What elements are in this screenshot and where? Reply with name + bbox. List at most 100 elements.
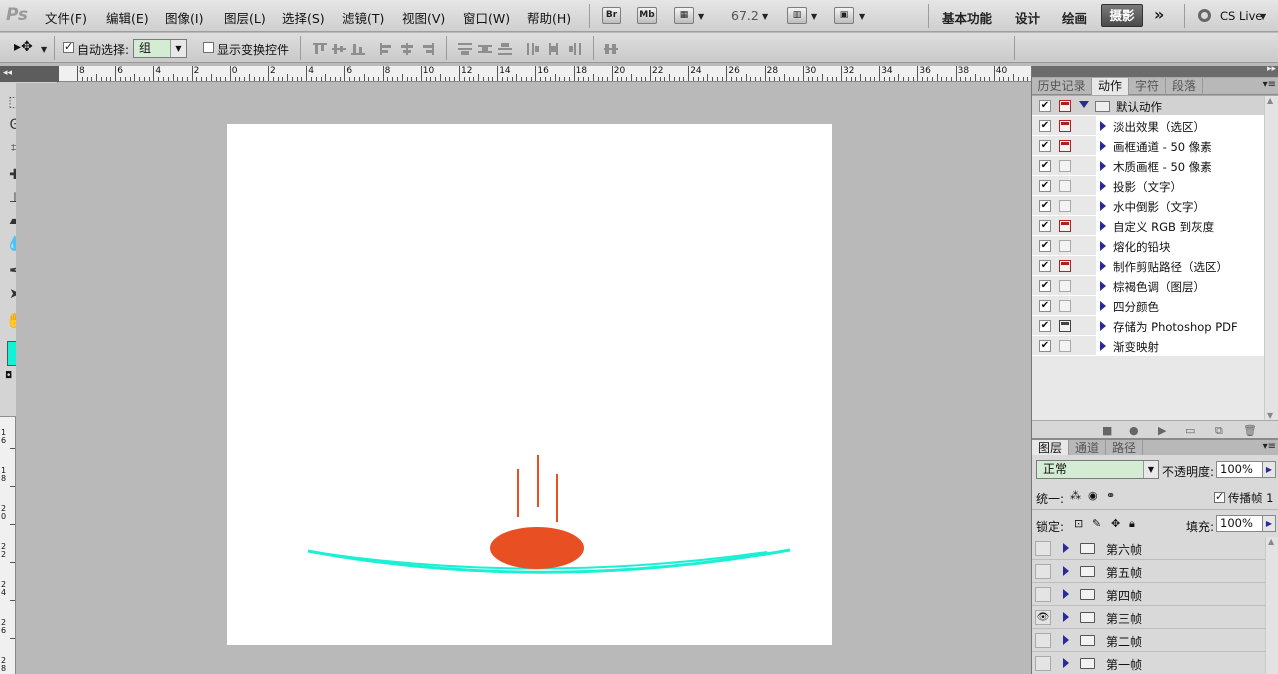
unify-position-icon[interactable]: ⁂ xyxy=(1070,489,1081,502)
action-row[interactable]: ✔ 存储为 Photoshop PDF xyxy=(1032,316,1265,336)
expand-triangle-icon[interactable] xyxy=(1100,281,1106,291)
expand-triangle-icon[interactable] xyxy=(1063,566,1069,576)
action-toggle-checkbox[interactable]: ✔ xyxy=(1039,300,1051,312)
workspace-painting[interactable]: 绘画 xyxy=(1062,8,1087,27)
cs-live-button[interactable]: CS Live xyxy=(1220,9,1262,23)
distribute-left-icon[interactable] xyxy=(527,43,541,55)
expand-triangle-icon[interactable] xyxy=(1100,261,1106,271)
action-row[interactable]: ✔ 画框通道 - 50 像素 xyxy=(1032,136,1265,156)
dialog-toggle-icon[interactable] xyxy=(1059,100,1071,112)
align-hcenter-icon[interactable] xyxy=(400,43,414,55)
menu-window[interactable]: 窗口(W) xyxy=(463,8,510,27)
panel-collapse-bar[interactable]: ▸▸ xyxy=(1032,64,1278,77)
chevron-down-icon[interactable]: ▼ xyxy=(41,45,47,54)
lock-position-icon[interactable]: ✥ xyxy=(1111,517,1120,530)
tab-character[interactable]: 字符 xyxy=(1129,78,1166,95)
align-right-icon[interactable] xyxy=(420,43,434,55)
action-toggle-checkbox[interactable]: ✔ xyxy=(1039,240,1051,252)
propagate-frame-checkbox[interactable] xyxy=(1214,490,1225,503)
distribute-bottom-icon[interactable] xyxy=(498,43,512,55)
workspace-basic[interactable]: 基本功能 xyxy=(942,8,992,27)
expand-triangle-icon[interactable] xyxy=(1100,321,1106,331)
visibility-eye-icon[interactable] xyxy=(1035,564,1051,579)
action-row[interactable]: ✔ 熔化的铅块 xyxy=(1032,236,1265,256)
expand-triangle-icon[interactable] xyxy=(1063,635,1069,645)
opacity-input[interactable]: 100% xyxy=(1216,461,1264,478)
expand-triangle-icon[interactable] xyxy=(1063,543,1069,553)
actions-scrollbar[interactable]: ▲ ▼ xyxy=(1264,96,1278,420)
tab-actions[interactable]: 动作 xyxy=(1092,78,1129,95)
new-set-icon[interactable]: ▭ xyxy=(1185,424,1195,437)
dialog-toggle-icon[interactable] xyxy=(1059,340,1071,352)
workspace-design[interactable]: 设计 xyxy=(1015,8,1040,27)
action-toggle-checkbox[interactable]: ✔ xyxy=(1039,100,1051,112)
play-icon[interactable]: ▶ xyxy=(1158,424,1166,437)
chevron-down-icon[interactable]: ▼ xyxy=(811,12,817,21)
dialog-toggle-icon[interactable] xyxy=(1059,280,1071,292)
expand-triangle-icon[interactable] xyxy=(1100,161,1106,171)
dialog-toggle-icon[interactable] xyxy=(1059,240,1071,252)
auto-select-checkbox[interactable] xyxy=(63,40,74,53)
menu-help[interactable]: 帮助(H) xyxy=(527,8,571,27)
expand-triangle-icon[interactable] xyxy=(1100,341,1106,351)
menu-select[interactable]: 选择(S) xyxy=(282,8,325,27)
action-toggle-checkbox[interactable]: ✔ xyxy=(1039,260,1051,272)
distribute-top-icon[interactable] xyxy=(458,43,472,55)
lock-transparency-icon[interactable]: ⊡ xyxy=(1074,517,1083,530)
expand-triangle-icon[interactable] xyxy=(1100,241,1106,251)
dialog-toggle-icon[interactable] xyxy=(1059,160,1071,172)
action-toggle-checkbox[interactable]: ✔ xyxy=(1039,280,1051,292)
auto-align-layers-icon[interactable] xyxy=(604,43,618,55)
fill-slider-arrow-icon[interactable]: ▶ xyxy=(1262,515,1276,532)
menu-layer[interactable]: 图层(L) xyxy=(224,8,266,27)
distribute-right-icon[interactable] xyxy=(567,43,581,55)
unify-visibility-icon[interactable]: ◉ xyxy=(1088,489,1098,502)
more-workspaces-icon[interactable]: » xyxy=(1154,5,1164,24)
vertical-ruler[interactable]: 1 6 1 8 2 0 2 2 2 4 2 6 2 8 xyxy=(0,417,16,674)
action-toggle-checkbox[interactable]: ✔ xyxy=(1039,200,1051,212)
workspace-photography[interactable]: 摄影 xyxy=(1101,4,1143,27)
chevron-down-icon[interactable]: ▼ xyxy=(859,12,865,21)
action-toggle-checkbox[interactable]: ✔ xyxy=(1039,220,1051,232)
layer-group-row[interactable]: 第六帧 xyxy=(1032,537,1265,560)
expand-triangle-icon[interactable] xyxy=(1063,589,1069,599)
action-toggle-checkbox[interactable]: ✔ xyxy=(1039,120,1051,132)
auto-select-dropdown[interactable]: 组 ▼ xyxy=(133,39,187,58)
action-row[interactable]: ✔ 棕褐色调（图层） xyxy=(1032,276,1265,296)
action-toggle-checkbox[interactable]: ✔ xyxy=(1039,140,1051,152)
visibility-eye-icon[interactable] xyxy=(1035,587,1051,602)
stop-icon[interactable]: ■ xyxy=(1102,424,1112,437)
dialog-toggle-icon[interactable] xyxy=(1059,140,1071,152)
lock-image-icon[interactable]: ✎ xyxy=(1092,517,1101,530)
new-action-icon[interactable]: ⧉ xyxy=(1215,424,1223,438)
document-canvas[interactable] xyxy=(227,124,832,645)
action-row[interactable]: ✔ 制作剪贴路径（选区） xyxy=(1032,256,1265,276)
scroll-up-icon[interactable]: ▲ xyxy=(1267,96,1273,105)
action-set-row[interactable]: ✔ 默认动作 xyxy=(1032,96,1265,116)
collapse-arrows-icon[interactable]: ◂◂ xyxy=(3,68,12,78)
distribute-vcenter-icon[interactable] xyxy=(478,43,492,55)
action-row[interactable]: ✔ 渐变映射 xyxy=(1032,336,1265,356)
bridge-button[interactable]: Br xyxy=(602,7,621,24)
move-tool-icon[interactable]: ▸✥ xyxy=(14,39,33,55)
opacity-slider-arrow-icon[interactable]: ▶ xyxy=(1262,461,1276,478)
zoom-level[interactable]: 67.2 xyxy=(731,8,759,23)
panel-menu-icon[interactable]: ▾≡ xyxy=(1263,441,1276,452)
layer-group-row[interactable]: 第一帧 xyxy=(1032,652,1265,674)
visibility-eye-icon[interactable] xyxy=(1035,541,1051,556)
dialog-toggle-icon[interactable] xyxy=(1059,120,1071,132)
visibility-eye-icon[interactable] xyxy=(1035,633,1051,648)
extras-icon[interactable]: ▦ xyxy=(674,7,694,24)
dialog-toggle-icon[interactable] xyxy=(1059,220,1071,232)
expand-triangle-icon[interactable] xyxy=(1100,141,1106,151)
menu-view[interactable]: 视图(V) xyxy=(402,8,445,27)
minibridge-button[interactable]: Mb xyxy=(637,7,657,24)
menu-image[interactable]: 图像(I) xyxy=(165,8,203,27)
expand-triangle-icon[interactable] xyxy=(1100,121,1106,131)
tab-history[interactable]: 历史记录 xyxy=(1032,78,1092,95)
expand-triangle-icon[interactable] xyxy=(1063,658,1069,668)
align-left-icon[interactable] xyxy=(380,43,394,55)
align-bottom-icon[interactable] xyxy=(351,43,365,55)
fill-input[interactable]: 100% xyxy=(1216,515,1264,532)
expand-triangle-icon[interactable] xyxy=(1100,181,1106,191)
